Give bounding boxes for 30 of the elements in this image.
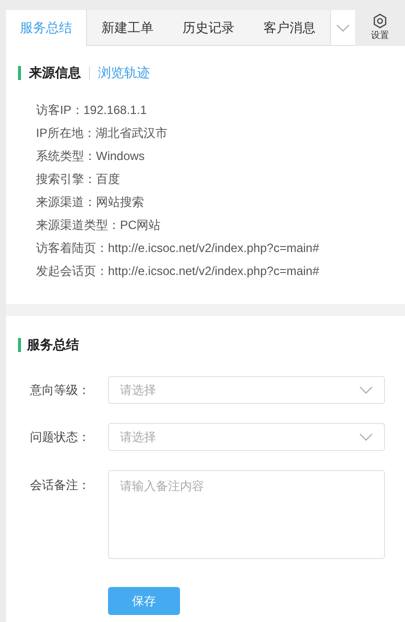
more-tabs-button[interactable] <box>330 10 355 46</box>
settings-icon <box>372 13 388 30</box>
info-label: 访客IP： <box>36 102 84 119</box>
section-title: 服务总结 <box>27 336 79 354</box>
info-label: 发起会话页： <box>36 263 108 280</box>
tab[interactable]: 客户消息 <box>249 10 330 46</box>
tab[interactable]: 新建工单 <box>87 10 168 46</box>
info-label: IP所在地： <box>36 125 96 142</box>
info-label: 系统类型： <box>36 148 96 165</box>
info-value: Windows <box>96 148 145 165</box>
notes-field[interactable]: 请输入备注内容 <box>108 470 385 559</box>
info-value: http://e.icsoc.net/v2/index.php?c=main# <box>108 263 320 280</box>
info-value: PC网站 <box>120 217 161 234</box>
info-value: 192.168.1.1 <box>83 102 147 119</box>
chevron-down-icon <box>336 24 350 32</box>
tab[interactable]: 历史记录 <box>168 10 249 46</box>
info-label: 来源渠道： <box>36 194 96 211</box>
info-value: http://e.icsoc.net/v2/index.php?c=main# <box>108 240 320 257</box>
field-label: 意向等级： <box>30 382 91 399</box>
info-value: 网站搜索 <box>96 194 144 211</box>
chevron-down-icon <box>359 433 373 441</box>
info-label: 访客着陆页： <box>36 240 108 257</box>
section-tab[interactable]: 来源信息 <box>29 63 81 83</box>
chevron-down-icon <box>359 386 373 394</box>
info-label: 搜索引擎： <box>36 171 96 188</box>
info-value: 湖北省武汉市 <box>95 125 168 142</box>
info-value: 百度 <box>96 171 120 188</box>
info-label: 来源渠道类型： <box>36 217 120 234</box>
field-label: 问题状态： <box>30 429 91 446</box>
field-label: 会话备注： <box>30 477 91 494</box>
